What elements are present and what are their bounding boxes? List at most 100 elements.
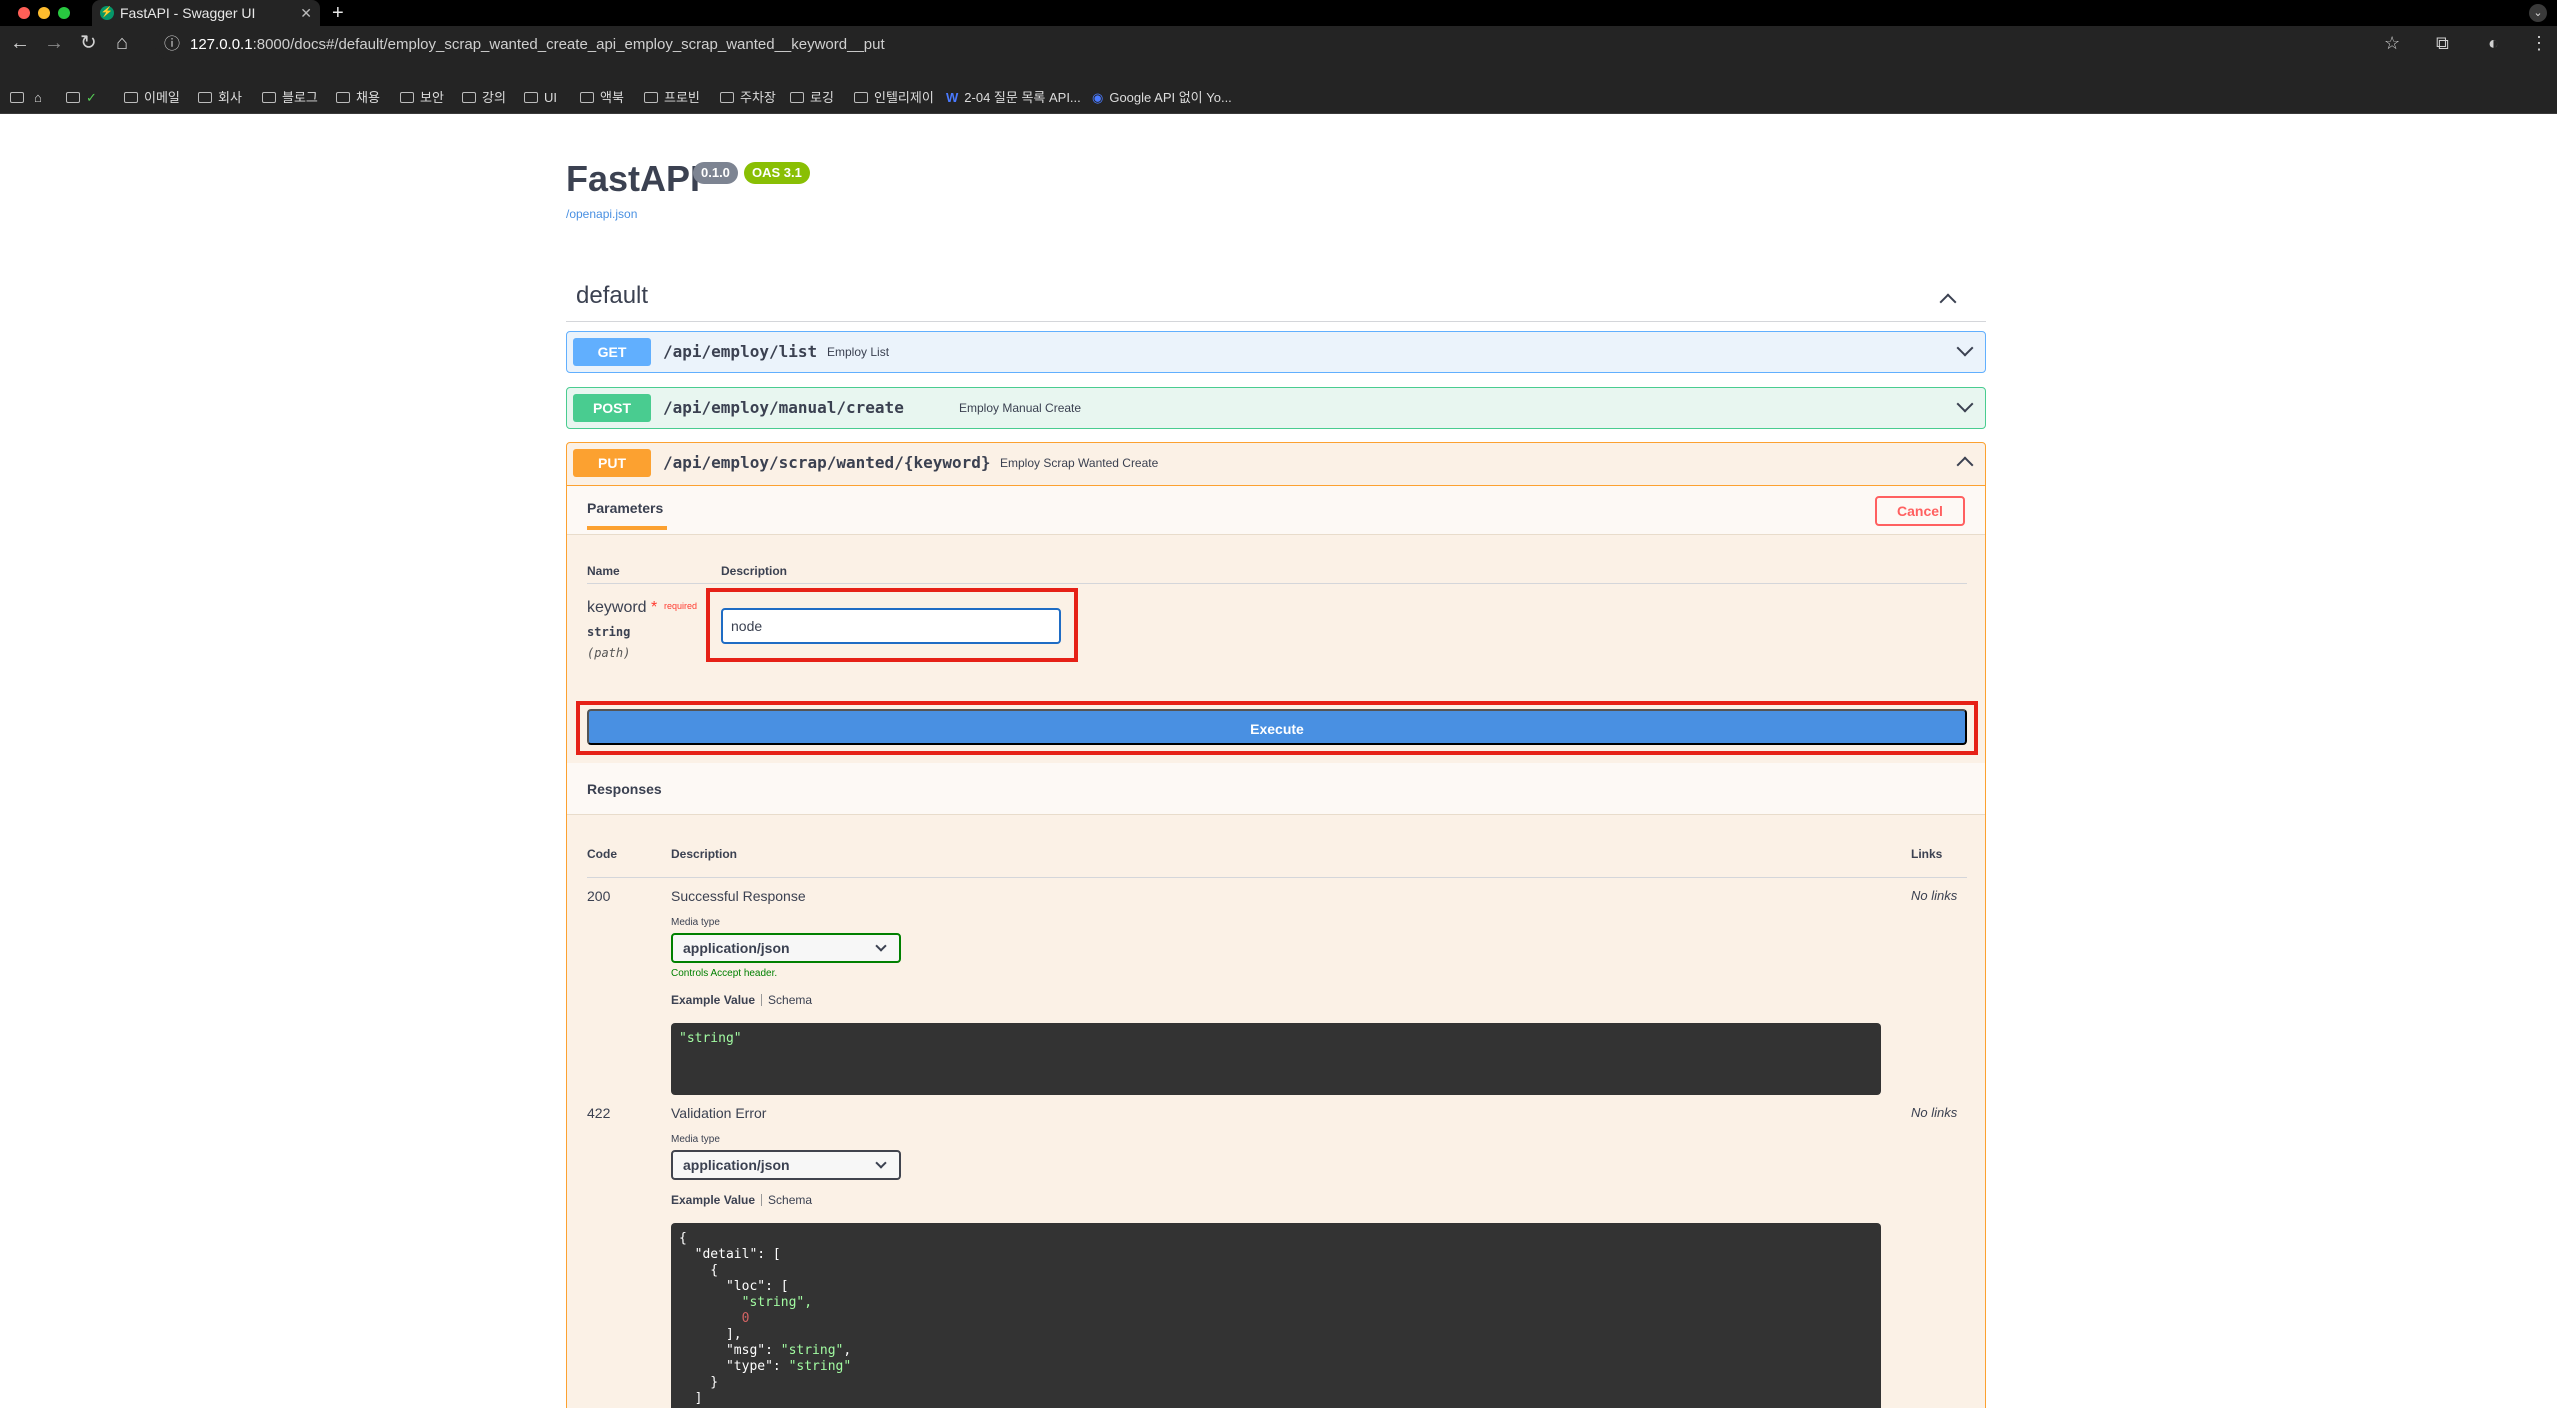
bookmark-folder-icon[interactable] xyxy=(66,89,86,107)
example-code-block: "string" xyxy=(671,1023,1881,1095)
chevron-down-icon xyxy=(875,940,887,952)
required-label: required xyxy=(664,601,698,611)
bookmark-folder-item[interactable]: 회사 xyxy=(198,89,242,107)
bookmark-home-icon[interactable]: ⌂ xyxy=(34,89,42,107)
code-line: "detail": [ xyxy=(679,1247,781,1262)
bookmark-folder-item[interactable]: UI xyxy=(524,89,557,107)
new-tab-icon[interactable]: + xyxy=(332,0,344,26)
endpoint-summary[interactable]: GET /api/employ/list Employ List xyxy=(567,332,1985,374)
endpoint-path: /api/employ/list xyxy=(663,342,818,361)
method-badge: GET xyxy=(573,338,651,366)
column-header-name: Name xyxy=(587,564,620,578)
response-code: 422 xyxy=(587,1105,611,1121)
tab-title: FastAPI - Swagger UI xyxy=(120,5,256,21)
bookmark-folder-item[interactable]: 인텔리제이 xyxy=(854,89,934,107)
site-info-icon[interactable]: ⓘ xyxy=(164,33,180,57)
response-links: No links xyxy=(1911,1105,1958,1120)
browser-tab[interactable]: ⚡ FastAPI - Swagger UI ✕ xyxy=(92,0,320,26)
media-type-label: Media type xyxy=(671,1134,720,1145)
version-badge: 0.1.0 xyxy=(693,162,738,184)
chevron-down-icon[interactable] xyxy=(1956,339,1974,357)
endpoint-get-employ-list[interactable]: GET /api/employ/list Employ List xyxy=(566,331,1986,373)
column-header-code: Code xyxy=(587,847,617,861)
column-header-description: Description xyxy=(721,564,788,578)
maximize-window-icon[interactable] xyxy=(58,7,70,19)
code-line: "loc": [ xyxy=(679,1279,789,1294)
responses-title: Responses xyxy=(587,781,662,797)
tab-example-value[interactable]: Example Value xyxy=(671,1193,755,1207)
back-icon[interactable]: ← xyxy=(10,31,30,55)
code-line: "msg": "string", xyxy=(679,1343,852,1358)
bookmark-item[interactable]: ◉ Google API 없이 Yo... xyxy=(1092,89,1232,107)
bookmark-leaf-icon[interactable]: ✓ xyxy=(86,89,97,107)
media-type-select[interactable]: application/json xyxy=(671,933,901,963)
forward-icon[interactable]: → xyxy=(44,31,64,55)
bookmark-folder-item[interactable]: 액북 xyxy=(580,89,624,107)
tab-example-value[interactable]: Example Value xyxy=(671,993,755,1007)
endpoint-summary[interactable]: POST /api/employ/manual/create Employ Ma… xyxy=(567,388,1985,430)
chevron-up-icon[interactable] xyxy=(1939,293,1957,311)
media-type-label: Media type xyxy=(671,917,720,928)
param-name: keyword * xyxy=(587,599,658,616)
chevron-up-icon[interactable] xyxy=(1956,456,1974,474)
oas-badge: OAS 3.1 xyxy=(744,162,810,184)
code-line: "type": "string" xyxy=(679,1359,852,1374)
profile-icon[interactable]: ◐ xyxy=(2488,31,2499,55)
keyword-input[interactable]: node xyxy=(721,608,1061,644)
tab-close-icon[interactable]: ✕ xyxy=(300,0,312,26)
bookmark-folder-item[interactable]: 보안 xyxy=(400,89,444,107)
tab-schema[interactable]: Schema xyxy=(768,1193,812,1207)
reload-icon[interactable]: ↻ xyxy=(80,31,97,55)
menu-icon[interactable]: ⋮ xyxy=(2530,31,2548,55)
response-description: Successful Response xyxy=(671,888,806,904)
method-badge: POST xyxy=(573,394,651,422)
parameters-header: Parameters Cancel xyxy=(567,485,1985,535)
tab-schema[interactable]: Schema xyxy=(768,993,812,1007)
controls-accept-text: Controls Accept header. xyxy=(671,968,778,979)
fastapi-favicon-icon: ⚡ xyxy=(100,6,114,20)
bookmark-folder-item[interactable]: 강의 xyxy=(462,89,506,107)
bookmark-folder-icon[interactable] xyxy=(10,89,30,107)
endpoint-put-scrap-wanted: PUT /api/employ/scrap/wanted/{keyword} E… xyxy=(566,442,1986,1408)
execute-button[interactable]: Execute xyxy=(587,709,1967,745)
method-badge: PUT xyxy=(573,449,651,477)
endpoint-post-manual-create[interactable]: POST /api/employ/manual/create Employ Ma… xyxy=(566,387,1986,429)
bookmark-folder-item[interactable]: 이메일 xyxy=(124,89,180,107)
endpoint-summary[interactable]: PUT /api/employ/scrap/wanted/{keyword} E… xyxy=(567,443,1985,485)
response-links: No links xyxy=(1911,888,1958,903)
media-type-select[interactable]: application/json xyxy=(671,1150,901,1180)
example-code-block: { "detail": [ { "loc": [ "string", 0 ], … xyxy=(671,1223,1881,1408)
divider xyxy=(587,877,1967,878)
section-default[interactable]: default xyxy=(566,276,1986,322)
tab-search-icon[interactable]: ⌄ xyxy=(2529,4,2547,22)
bookmark-folder-item[interactable]: 주차장 xyxy=(720,89,776,107)
home-icon[interactable]: ⌂ xyxy=(116,31,128,55)
minimize-window-icon[interactable] xyxy=(38,7,50,19)
divider xyxy=(587,583,1967,584)
bookmark-item[interactable]: W 2-04 질문 목록 API... xyxy=(946,89,1081,107)
response-description: Validation Error xyxy=(671,1105,767,1121)
bookmark-star-icon[interactable]: ☆ xyxy=(2384,31,2400,55)
endpoint-summary-text: Employ Manual Create xyxy=(959,401,1082,415)
column-header-links: Links xyxy=(1911,847,1943,861)
chevron-down-icon[interactable] xyxy=(1956,395,1974,413)
bookmark-folder-item[interactable]: 프로빈 xyxy=(644,89,700,107)
chevron-down-icon xyxy=(875,1157,887,1169)
openapi-link[interactable]: /openapi.json xyxy=(566,207,637,221)
endpoint-path: /api/employ/scrap/wanted/{keyword} xyxy=(663,453,991,472)
url-text[interactable]: 127.0.0.1:8000/docs#/default/employ_scra… xyxy=(190,36,885,54)
responses-header: Responses xyxy=(567,763,1985,815)
browser-tab-bar: ⚡ FastAPI - Swagger UI ✕ + ⌄ xyxy=(0,0,2557,26)
extensions-icon[interactable]: ⧉ xyxy=(2436,31,2449,55)
column-header-description: Description xyxy=(671,847,738,861)
cancel-button[interactable]: Cancel xyxy=(1875,496,1965,526)
page-title: FastAPI xyxy=(566,158,701,199)
bookmark-folder-item[interactable]: 블로그 xyxy=(262,89,318,107)
bookmark-folder-item[interactable]: 로깅 xyxy=(790,89,834,107)
close-window-icon[interactable] xyxy=(18,7,30,19)
tab-parameters[interactable]: Parameters xyxy=(587,500,667,530)
bookmarks-bar: ⌂ ✓ 이메일 회사 블로그 채용 보안 강의 UI 액북 프로빈 주차장 로깅… xyxy=(0,82,2557,114)
example-tabs: Example Value Schema xyxy=(671,993,812,1007)
example-tabs: Example Value Schema xyxy=(671,1193,812,1207)
bookmark-folder-item[interactable]: 채용 xyxy=(336,89,380,107)
